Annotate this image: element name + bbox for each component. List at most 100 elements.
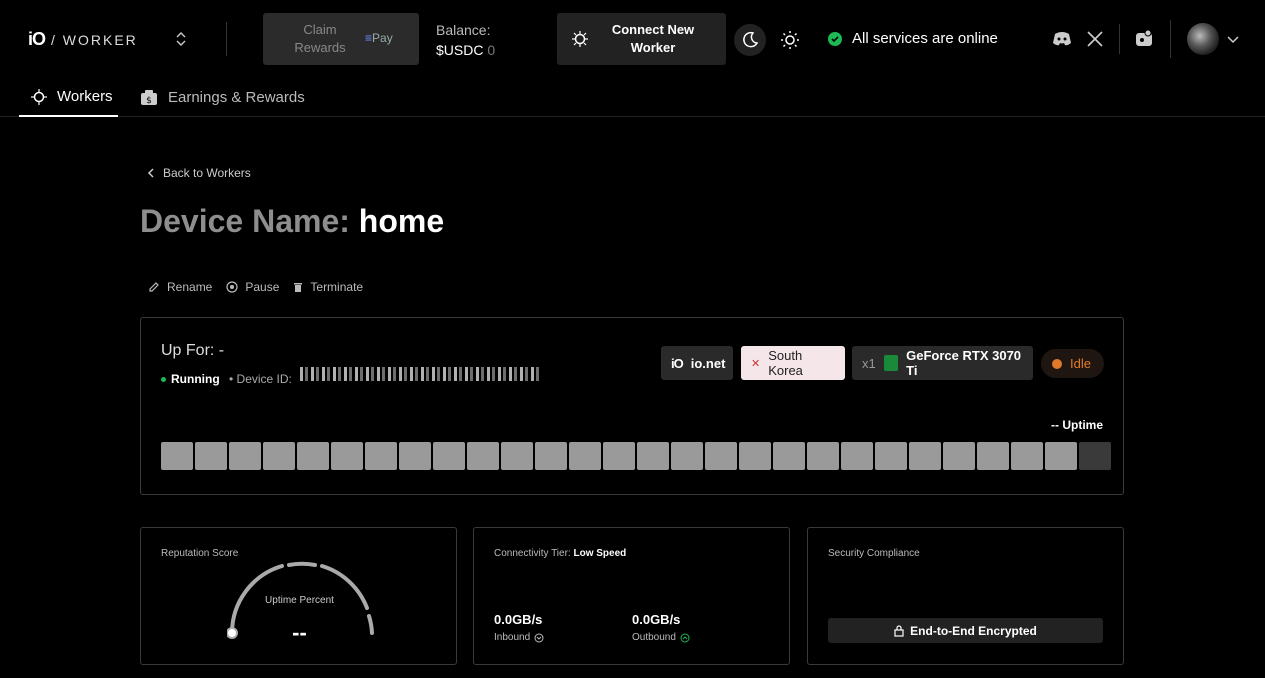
- outbound-speed: 0.0GB/s: [632, 612, 681, 627]
- discourse-icon[interactable]: [1133, 28, 1155, 50]
- uptime-bar: [331, 442, 363, 470]
- switcher-chevron-icon[interactable]: [174, 30, 188, 48]
- location-label: South Korea: [768, 348, 803, 378]
- inbound-label-text: Inbound: [494, 632, 531, 643]
- uptime-bar: [637, 442, 669, 470]
- idle-status-badge: Idle: [1041, 349, 1104, 378]
- status-text: All services are online: [852, 30, 998, 47]
- up-for: Up For: -: [161, 342, 225, 359]
- check-circle-icon: [828, 31, 842, 46]
- uptime-bars: [161, 442, 1111, 470]
- rename-button[interactable]: Rename: [148, 280, 212, 294]
- back-label: Back to Workers: [163, 166, 251, 180]
- top-bar: iO / WORKER Claim Rewards ≡Pay Balance: …: [0, 0, 1265, 78]
- uptime-bar: [229, 442, 261, 470]
- x-icon[interactable]: [1084, 28, 1106, 50]
- divider: [1119, 24, 1120, 54]
- device-name: home: [358, 203, 445, 239]
- page-title: Device Name: home: [140, 203, 444, 240]
- outbound-label: Outbound: [632, 632, 690, 643]
- uptime-bar: [467, 442, 499, 470]
- uptime-bar: [943, 442, 975, 470]
- connectivity-card: Connectivity Tier: Low Speed 0.0GB/s Inb…: [473, 527, 790, 665]
- svg-text:$: $: [146, 96, 152, 106]
- pause-label: Pause: [245, 280, 280, 294]
- device-actions: Rename Pause Terminate: [148, 280, 363, 294]
- uptime-bar: [1045, 442, 1077, 470]
- main-tabs: Workers $ Earnings & Rewards: [0, 78, 1265, 117]
- nvidia-icon: [883, 355, 899, 371]
- connect-new-worker-label: Connect New Worker: [611, 22, 695, 55]
- dark-mode-toggle[interactable]: [734, 24, 766, 56]
- claim-rewards-button[interactable]: Claim Rewards ≡Pay: [263, 13, 419, 65]
- chevron-left-icon: [147, 168, 154, 178]
- uptime-bar: [365, 442, 397, 470]
- uptime-bar: [671, 442, 703, 470]
- uptime-bar: [433, 442, 465, 470]
- logo-worker-text: / WORKER: [51, 31, 138, 48]
- running-label: Running: [171, 372, 220, 386]
- balance-label: Balance:: [436, 22, 491, 38]
- connectivity-tier-label: Connectivity Tier:: [494, 548, 571, 559]
- io-logo-mark: iO: [28, 29, 46, 49]
- io-logo-icon: iO: [671, 355, 684, 371]
- uptime-bar: [739, 442, 771, 470]
- divider: [226, 22, 227, 56]
- encryption-label: End-to-End Encrypted: [910, 623, 1037, 638]
- app-logo[interactable]: iO / WORKER: [28, 29, 138, 50]
- security-card: Security Compliance End-to-End Encrypted: [807, 527, 1124, 665]
- pause-circle-icon: [226, 281, 238, 293]
- connectivity-tier-value: Low Speed: [573, 548, 627, 559]
- money-bag-icon: $: [141, 89, 157, 106]
- uptime-bar: [1011, 442, 1043, 470]
- inbound-speed: 0.0GB/s: [494, 612, 543, 627]
- uptime-bar: [875, 442, 907, 470]
- outbound-label-text: Outbound: [632, 632, 676, 643]
- avatar[interactable]: [1187, 23, 1219, 55]
- discord-icon[interactable]: [1051, 28, 1073, 50]
- back-to-workers-link[interactable]: Back to Workers: [147, 166, 251, 180]
- gauge-label: Uptime Percent: [265, 595, 334, 606]
- claim-rewards-label: Claim Rewards: [294, 22, 346, 55]
- tab-earnings-rewards[interactable]: $ Earnings & Rewards: [140, 78, 305, 117]
- gpu-chip: x1 GeForce RTX 3070 Ti: [852, 346, 1033, 380]
- gpu-chip-icon: [572, 31, 588, 47]
- uptime-bar: [977, 442, 1009, 470]
- status-dot: [161, 376, 166, 382]
- gpu-name: GeForce RTX 3070 Ti: [906, 348, 1022, 378]
- sun-icon[interactable]: [780, 30, 800, 50]
- gpu-count: x1: [862, 355, 876, 371]
- uptime-bar: [773, 442, 805, 470]
- balance-amount: $USDC 0: [436, 40, 495, 60]
- connectivity-label: Connectivity Tier: Low Speed: [494, 548, 626, 559]
- inbound-label: Inbound: [494, 632, 544, 643]
- uptime-bar: [705, 442, 737, 470]
- uptime-bar: [501, 442, 533, 470]
- idle-dot: [1052, 358, 1062, 369]
- moon-icon: [743, 31, 759, 48]
- title-prefix: Device Name:: [140, 203, 350, 239]
- pay-label: Pay: [372, 31, 393, 45]
- location-chip: ✕ South Korea: [741, 346, 845, 380]
- terminate-button[interactable]: Terminate: [293, 280, 363, 294]
- gpu-chip-icon: [31, 88, 47, 105]
- lock-icon: [894, 624, 904, 637]
- idle-label: Idle: [1070, 356, 1091, 371]
- uptime-bar: [603, 442, 635, 470]
- flag-icon: ✕: [751, 357, 761, 370]
- pause-button[interactable]: Pause: [226, 280, 279, 294]
- uptime-bar: [535, 442, 567, 470]
- tab-workers[interactable]: Workers: [19, 78, 118, 117]
- chevron-down-icon[interactable]: [1226, 32, 1240, 46]
- rename-label: Rename: [167, 280, 213, 294]
- uptime-bar: [297, 442, 329, 470]
- arrow-down-circle-icon: [534, 633, 544, 642]
- device-id-label: • Device ID:: [229, 372, 292, 386]
- divider: [1170, 20, 1171, 58]
- tab-earnings-label: Earnings & Rewards: [168, 89, 305, 106]
- uptime-label: -- Uptime: [1051, 418, 1103, 432]
- uptime-bar: [807, 442, 839, 470]
- connect-new-worker-button[interactable]: Connect New Worker: [557, 13, 726, 65]
- uptime-bar: [569, 442, 601, 470]
- uptime-bar: [195, 442, 227, 470]
